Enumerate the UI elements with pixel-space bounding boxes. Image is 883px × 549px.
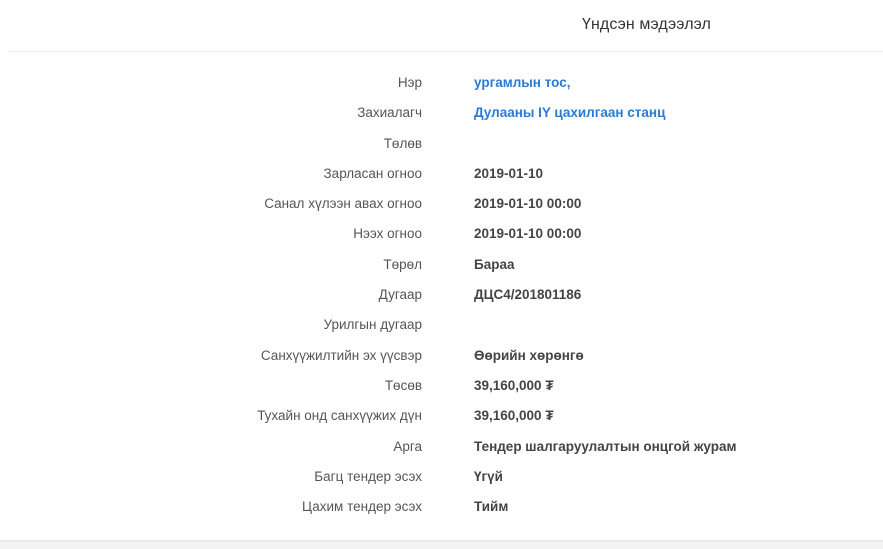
row-budget: Төсөв 39,160,000 ₮	[0, 372, 883, 402]
panel-title: Үндсэн мэдээлэл	[582, 16, 711, 33]
bid-deadline-value: 2019-01-10 00:00	[474, 196, 582, 212]
row-customer: Захиалагч Дулааны IY цахилгаан станц	[0, 99, 883, 129]
e-tender-label: Цахим тендер эсэх	[301, 499, 422, 515]
name-label: Нэр	[397, 75, 422, 90]
announced-date-label: Зарласан огноо	[323, 165, 422, 181]
panel-header: Үндсэн мэдээлэл	[8, 0, 883, 52]
row-funding-source: Санхүүжилтийн эх үүсвэр Өөрийн хөрөнгө	[0, 342, 883, 372]
row-annual-funding: Тухайн онд санхүүжих дүн 39,160,000 ₮	[0, 402, 883, 432]
info-panel: Үндсэн мэдээлэл Нэр ургамлын тос, Захиал…	[0, 0, 883, 540]
row-method: Арга Тендер шалгаруулалтын онцгой журам	[0, 433, 883, 463]
row-package-tender: Багц тендер эсэх Үгүй	[0, 463, 883, 493]
budget-label: Төсөв	[384, 377, 422, 393]
status-label: Төлөв	[383, 135, 422, 151]
row-name: Нэр ургамлын тос,	[0, 69, 883, 99]
row-e-tender: Цахим тендер эсэх Тийм	[0, 493, 883, 523]
row-bid-deadline: Санал хүлээн авах огноо 2019-01-10 00:00	[0, 190, 883, 220]
customer-label: Захиалагч	[357, 105, 422, 121]
budget-value: 39,160,000 ₮	[474, 377, 554, 393]
name-link[interactable]: ургамлын тос,	[474, 75, 570, 90]
row-opening-date: Нээх огноо 2019-01-10 00:00	[0, 220, 883, 250]
row-status: Төлөв	[0, 130, 883, 160]
method-label: Арга	[393, 438, 422, 454]
row-type: Төрөл Бараа	[0, 251, 883, 281]
e-tender-value: Тийм	[474, 499, 509, 515]
opening-date-label: Нээх огноо	[353, 226, 422, 242]
package-tender-value: Үгүй	[474, 468, 503, 484]
funding-source-label: Санхүүжилтийн эх үүсвэр	[260, 347, 422, 363]
info-list: Нэр ургамлын тос, Захиалагч Дулааны IY ц…	[0, 69, 883, 523]
customer-link[interactable]: Дулааны IY цахилгаан станц	[474, 105, 665, 120]
type-value: Бараа	[474, 256, 515, 272]
funding-source-value: Өөрийн хөрөнгө	[474, 347, 584, 363]
method-value: Тендер шалгаруулалтын онцгой журам	[474, 438, 737, 454]
package-tender-label: Багц тендер эсэх	[314, 468, 422, 484]
announced-date-value: 2019-01-10	[474, 165, 544, 181]
bid-deadline-label: Санал хүлээн авах огноо	[264, 196, 422, 212]
annual-funding-value: 39,160,000 ₮	[474, 408, 554, 424]
opening-date-value: 2019-01-10 00:00	[474, 226, 582, 242]
row-invitation-number: Урилгын дугаар	[0, 311, 883, 341]
type-label: Төрөл	[383, 256, 422, 272]
row-number: Дугаар ДЦС4/201801186	[0, 281, 883, 311]
invitation-number-label: Урилгын дугаар	[323, 317, 422, 333]
number-value: ДЦС4/201801186	[474, 287, 582, 303]
number-label: Дугаар	[378, 287, 422, 303]
annual-funding-label: Тухайн онд санхүүжих дүн	[257, 408, 422, 424]
row-announced-date: Зарласан огноо 2019-01-10	[0, 160, 883, 190]
